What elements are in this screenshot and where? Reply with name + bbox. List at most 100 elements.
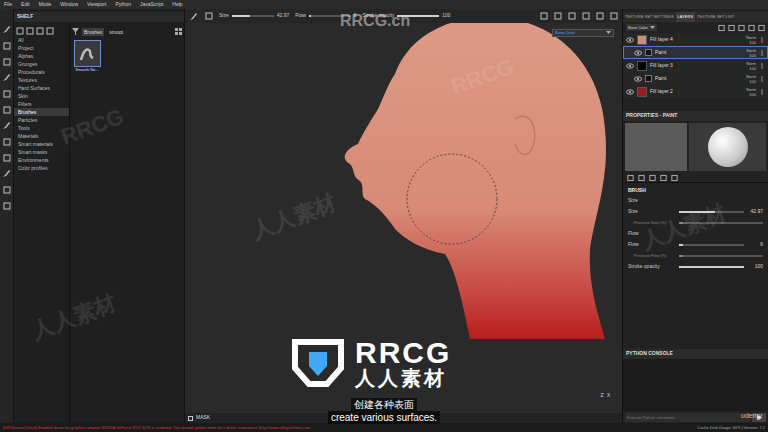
folder-icon[interactable] bbox=[46, 27, 54, 35]
category-item[interactable]: All bbox=[14, 36, 69, 44]
menu-item[interactable]: Mode bbox=[39, 2, 52, 7]
category-item[interactable]: Grunges bbox=[14, 60, 69, 68]
layer-row[interactable]: Fill layer 2Norm100 bbox=[623, 85, 768, 98]
category-item[interactable]: Hard Surfaces bbox=[14, 84, 69, 92]
blend-mode[interactable]: Norm bbox=[746, 48, 756, 53]
layer-tool-icon[interactable] bbox=[718, 24, 725, 31]
folder-icon[interactable] bbox=[26, 27, 34, 35]
slider-track[interactable] bbox=[679, 266, 744, 268]
mode-icon[interactable] bbox=[204, 12, 213, 21]
filter-icon[interactable] bbox=[72, 28, 79, 35]
menu-item[interactable]: File bbox=[4, 2, 12, 7]
layer-row[interactable]: PaintNorm100 bbox=[623, 46, 768, 59]
brush-icon[interactable] bbox=[2, 73, 11, 82]
property-tab-icon[interactable] bbox=[638, 174, 645, 181]
property-tab-icon[interactable] bbox=[671, 174, 678, 181]
brush-icon[interactable] bbox=[2, 169, 11, 178]
toggle-icon[interactable] bbox=[554, 12, 562, 20]
category-item[interactable]: Brushes bbox=[14, 108, 69, 116]
folder-icon[interactable] bbox=[16, 27, 24, 35]
property-tab-icon[interactable] bbox=[627, 174, 634, 181]
property-tab-icon[interactable] bbox=[649, 174, 656, 181]
category-item[interactable]: Project bbox=[14, 44, 69, 52]
layer-row[interactable]: Fill layer 3Norm100 bbox=[623, 59, 768, 72]
menu-icon[interactable] bbox=[759, 89, 765, 95]
eye-icon[interactable] bbox=[634, 76, 642, 82]
layer-channel-dropdown[interactable]: Base Color bbox=[626, 24, 657, 31]
toggle-icon[interactable] bbox=[610, 12, 618, 20]
eye-icon[interactable] bbox=[626, 89, 634, 95]
layer-opacity[interactable]: 100 bbox=[749, 79, 756, 84]
filter-tag[interactable]: Brushes bbox=[82, 28, 104, 36]
category-item[interactable]: Procedurals bbox=[14, 68, 69, 76]
eye-icon[interactable] bbox=[634, 50, 642, 56]
menu-item[interactable]: Help bbox=[172, 2, 182, 7]
panel-tab[interactable]: TEXTURE SET LIST bbox=[695, 12, 736, 22]
brush-icon[interactable] bbox=[2, 121, 11, 130]
category-item[interactable]: Smart masks bbox=[14, 148, 69, 156]
param-value[interactable]: 6 bbox=[747, 241, 763, 249]
slider-track[interactable] bbox=[679, 255, 763, 257]
menu-icon[interactable] bbox=[759, 37, 765, 43]
mask-checkbox[interactable] bbox=[188, 416, 193, 421]
layer-opacity[interactable]: 100 bbox=[749, 53, 756, 58]
layer-row[interactable]: Fill layer 4Norm100 bbox=[623, 33, 768, 46]
tool-icon[interactable] bbox=[2, 137, 11, 146]
property-tab-icon[interactable] bbox=[660, 174, 667, 181]
layer-opacity[interactable]: 100 bbox=[749, 92, 756, 97]
slider-track[interactable] bbox=[232, 15, 274, 17]
blend-mode[interactable]: Norm bbox=[746, 87, 756, 92]
folder-icon[interactable] bbox=[36, 27, 44, 35]
menu-item[interactable]: Edit bbox=[21, 2, 30, 7]
blend-mode[interactable]: Norm bbox=[746, 74, 756, 79]
category-item[interactable]: Textures bbox=[14, 76, 69, 84]
eye-icon[interactable] bbox=[626, 63, 634, 69]
layer-opacity[interactable]: 100 bbox=[749, 66, 756, 71]
toggle-icon[interactable] bbox=[540, 12, 548, 20]
blend-mode[interactable]: Norm bbox=[746, 35, 756, 40]
channel-dropdown[interactable]: Base Color bbox=[552, 29, 614, 37]
param-value[interactable]: 100 bbox=[747, 263, 763, 271]
toggle-icon[interactable] bbox=[568, 12, 576, 20]
layer-tool-icon[interactable] bbox=[738, 24, 745, 31]
menu-icon[interactable] bbox=[759, 76, 765, 82]
category-item[interactable]: Alphas bbox=[14, 52, 69, 60]
menu-item[interactable]: Viewport bbox=[87, 2, 106, 7]
tool-icon[interactable] bbox=[2, 41, 11, 50]
brush-icon[interactable] bbox=[189, 12, 198, 21]
shelf-item[interactable]: Smooth No... bbox=[73, 40, 101, 73]
layer-tool-icon[interactable] bbox=[748, 24, 755, 31]
menu-item[interactable]: JavaScript bbox=[140, 2, 163, 7]
tool-icon[interactable] bbox=[2, 185, 11, 194]
panel-tab[interactable]: TEXTURE SET SETTINGS bbox=[623, 12, 676, 22]
param-value[interactable]: 42.97 bbox=[747, 208, 763, 216]
param-value[interactable]: 100 bbox=[442, 12, 450, 20]
tool-icon[interactable] bbox=[2, 105, 11, 114]
slider-track[interactable] bbox=[679, 244, 744, 246]
search-field[interactable]: smoot bbox=[107, 28, 172, 36]
toggle-icon[interactable] bbox=[596, 12, 604, 20]
layer-opacity[interactable]: 100 bbox=[749, 40, 756, 45]
eye-icon[interactable] bbox=[626, 37, 634, 43]
layer-tool-icon[interactable] bbox=[758, 24, 765, 31]
tool-icon[interactable] bbox=[2, 201, 11, 210]
category-item[interactable]: Filters bbox=[14, 100, 69, 108]
layer-tool-icon[interactable] bbox=[728, 24, 735, 31]
tool-icon[interactable] bbox=[2, 153, 11, 162]
grid-icon[interactable] bbox=[175, 28, 182, 35]
category-item[interactable]: Smart materials bbox=[14, 140, 69, 148]
layer-row[interactable]: PaintNorm100 bbox=[623, 72, 768, 85]
category-item[interactable]: Color profiles bbox=[14, 164, 69, 172]
blend-mode[interactable]: Norm bbox=[746, 61, 756, 66]
panel-tab[interactable]: LAYERS bbox=[676, 12, 696, 22]
menu-icon[interactable] bbox=[759, 63, 765, 69]
brush-icon[interactable] bbox=[2, 25, 11, 34]
toggle-icon[interactable] bbox=[582, 12, 590, 20]
category-item[interactable]: Environments bbox=[14, 156, 69, 164]
tool-icon[interactable] bbox=[2, 57, 11, 66]
menu-item[interactable]: Python bbox=[115, 2, 131, 7]
param-value[interactable]: 42.97 bbox=[277, 12, 290, 20]
menu-icon[interactable] bbox=[759, 50, 765, 56]
tool-icon[interactable] bbox=[2, 89, 11, 98]
category-item[interactable]: Skin bbox=[14, 92, 69, 100]
